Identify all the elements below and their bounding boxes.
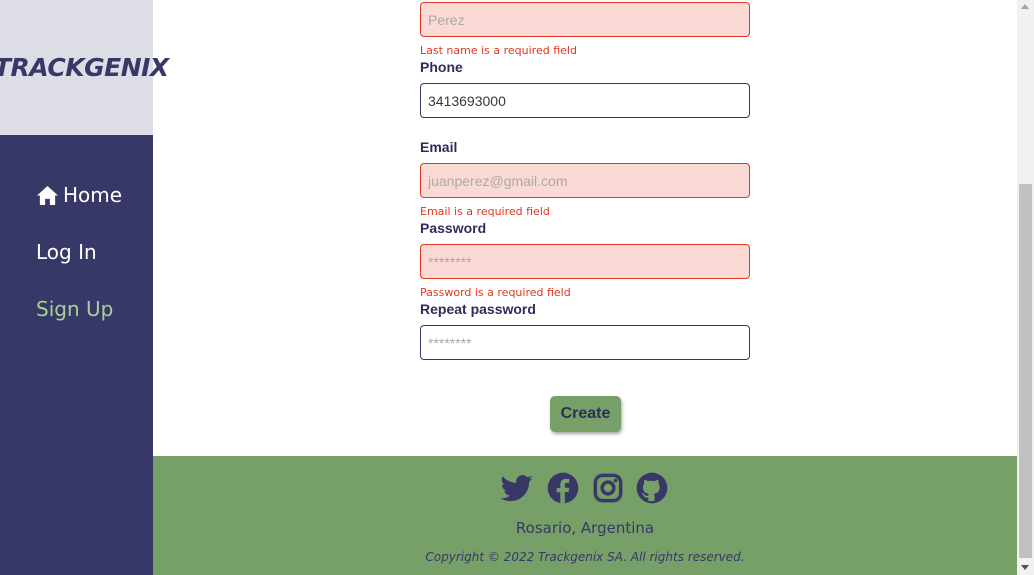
scroll-down-arrow-icon[interactable]: [1021, 565, 1029, 570]
facebook-icon[interactable]: [547, 472, 579, 504]
password-input[interactable]: [420, 244, 750, 279]
phone-input[interactable]: [420, 83, 750, 118]
repeat-password-input[interactable]: [420, 325, 750, 360]
email-input[interactable]: [420, 163, 750, 198]
instagram-icon[interactable]: [592, 472, 624, 504]
phone-label: Phone: [420, 59, 463, 75]
nav-home[interactable]: Home: [36, 183, 122, 207]
nav-signup[interactable]: Sign Up: [36, 297, 113, 321]
create-button[interactable]: Create: [550, 396, 621, 432]
last-name-input[interactable]: [420, 2, 750, 37]
twitter-icon[interactable]: [501, 472, 533, 504]
scrollbar-thumb[interactable]: [1019, 184, 1032, 558]
email-label: Email: [420, 139, 458, 155]
repeat-password-label: Repeat password: [420, 301, 536, 317]
github-icon[interactable]: [636, 472, 668, 504]
footer-location: Rosario, Argentina: [515, 519, 655, 537]
nav-home-label: Home: [63, 183, 123, 207]
password-label: Password: [420, 220, 487, 236]
footer-copyright: Copyright © 2022 Trackgenix SA. All righ…: [425, 550, 745, 564]
home-icon: [37, 185, 58, 205]
last-name-error: Last name is a required field: [420, 44, 577, 57]
password-error: Password is a required field: [420, 286, 571, 299]
logo[interactable]: TRACKGENIX: [0, 53, 169, 82]
scroll-up-arrow-icon[interactable]: [1021, 4, 1029, 9]
email-error: Email is a required field: [420, 205, 550, 218]
nav-login[interactable]: Log In: [36, 240, 97, 264]
